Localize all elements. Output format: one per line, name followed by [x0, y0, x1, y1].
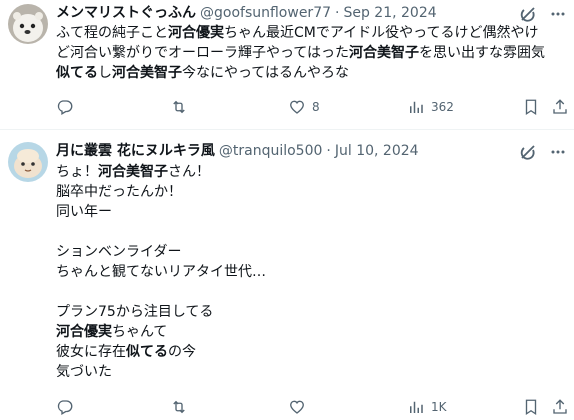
views-button[interactable]: 362: [407, 97, 454, 117]
timestamp[interactable]: Jul 10, 2024: [335, 141, 419, 161]
reply-icon: [56, 398, 74, 416]
heart-icon: [288, 98, 306, 116]
text-line: 似てるし河合美智子今なにやってはるんやろな: [56, 63, 566, 83]
text-segment: ションベンライダー: [56, 244, 182, 260]
text-segment: さん！: [168, 164, 210, 180]
heart-icon: [288, 398, 306, 416]
text-segment: ふて程の純子こと: [56, 25, 168, 41]
reply-button[interactable]: [56, 97, 74, 117]
share-icon: [551, 398, 569, 416]
separator: ·: [326, 143, 331, 159]
text-line: ちゃんと観てないリアタイ世代…: [56, 262, 566, 282]
like-button[interactable]: 8: [288, 97, 320, 117]
text-segment: ちゃんて: [112, 324, 168, 340]
reply-icon: [56, 98, 74, 116]
bold-text: 河合美智子: [349, 45, 420, 61]
share-icon: [551, 98, 569, 116]
action-bar: 8 362: [56, 97, 569, 117]
text-line: 彼女に存在似てるの今: [56, 342, 566, 362]
bold-text: 河合美智子: [98, 164, 168, 180]
text-line: 河合優実ちゃんて: [56, 322, 566, 342]
more-icon[interactable]: [548, 142, 568, 162]
timestamp[interactable]: Sep 21, 2024: [343, 3, 436, 23]
text-line: 気づいた: [56, 362, 566, 382]
text-segment: プラン75から注目してる: [56, 304, 214, 320]
more-icon[interactable]: [548, 4, 568, 24]
bookmark-icon: [522, 398, 540, 416]
tweet[interactable]: メンマリストぐっふん @goofsunflower77 · Sep 21, 20…: [0, 0, 574, 130]
bold-text: 河合優実: [168, 25, 224, 41]
bold-text: 似てる: [126, 344, 168, 360]
retweet-icon: [170, 98, 188, 116]
retweet-button[interactable]: [170, 97, 188, 117]
retweet-icon: [170, 398, 188, 416]
handle[interactable]: @goofsunflower77: [200, 3, 331, 23]
bookmark-icon: [522, 98, 540, 116]
text-line: 脳卒中だったんか！: [56, 182, 566, 202]
views-icon: [407, 98, 425, 116]
retweet-button[interactable]: [170, 397, 188, 417]
tweet-header: 月に叢雲 花にヌルキラ風 @tranquilo500 · Jul 10, 202…: [56, 141, 526, 161]
tweet[interactable]: 月に叢雲 花にヌルキラ風 @tranquilo500 · Jul 10, 202…: [0, 130, 574, 420]
views-button[interactable]: 1K: [407, 397, 447, 417]
share-button[interactable]: [551, 97, 569, 117]
grok-icon[interactable]: [518, 4, 538, 24]
text-line: ど河合い繋がりでオーローラ輝子やってはった河合美智子を思い出すな雰囲気: [56, 43, 566, 63]
display-name[interactable]: 月に叢雲 花にヌルキラ風: [56, 141, 215, 161]
separator: ·: [335, 5, 340, 21]
share-button[interactable]: [551, 397, 569, 417]
bold-text: 似てる: [56, 65, 98, 81]
avatar[interactable]: [8, 142, 48, 182]
text-segment: 今なにやってはるんやろな: [182, 65, 350, 81]
bookmark-button[interactable]: [522, 397, 540, 417]
text-segment: ちょ！: [56, 164, 98, 180]
text-segment: し: [98, 65, 112, 81]
text-line: ションベンライダー: [56, 242, 566, 262]
views-count: 1K: [431, 400, 447, 414]
text-segment: ど河合い繋がりでオーローラ輝子やってはった: [56, 45, 350, 61]
tweet-text: ふて程の純子こと河合優実ちゃん最近CMでアイドル役やってるけど偶然やけ ど河合い繋…: [56, 23, 566, 83]
tweet-text: ちょ！河合美智子さん！ 脳卒中だったんか！ 同い年ーションベンライダーちゃんと観てな…: [56, 162, 566, 382]
text-segment: 脳卒中だったんか！: [56, 184, 182, 200]
text-segment: 同い年ー: [56, 204, 112, 220]
action-bar: 1K: [56, 397, 569, 417]
text-segment: を思い出すな雰囲気: [419, 45, 546, 61]
text-segment: ちゃん最近CMでアイドル役やってるけど偶然やけ: [224, 25, 539, 41]
grok-icon[interactable]: [518, 142, 538, 162]
text-line: プラン75から注目してる: [56, 302, 566, 322]
text-segment: の今: [168, 344, 196, 360]
views-count: 362: [431, 100, 454, 114]
like-count: 8: [312, 100, 320, 114]
text-segment: ちゃんと観てないリアタイ世代…: [56, 264, 266, 280]
display-name[interactable]: メンマリストぐっふん: [56, 3, 196, 23]
handle[interactable]: @tranquilo500: [219, 141, 323, 161]
views-icon: [407, 398, 425, 416]
bold-text: 河合美智子: [112, 65, 182, 81]
avatar[interactable]: [8, 4, 48, 44]
bookmark-button[interactable]: [522, 97, 540, 117]
text-segment: 気づいた: [56, 364, 112, 380]
like-button[interactable]: [288, 397, 306, 417]
bold-text: 河合優実: [56, 324, 112, 340]
tweet-header: メンマリストぐっふん @goofsunflower77 · Sep 21, 20…: [56, 3, 526, 23]
text-line: ちょ！河合美智子さん！: [56, 162, 566, 182]
text-line: ふて程の純子こと河合優実ちゃん最近CMでアイドル役やってるけど偶然やけ: [56, 23, 566, 43]
reply-button[interactable]: [56, 397, 74, 417]
text-line: 同い年ー: [56, 202, 566, 222]
text-segment: 彼女に存在: [56, 344, 126, 360]
